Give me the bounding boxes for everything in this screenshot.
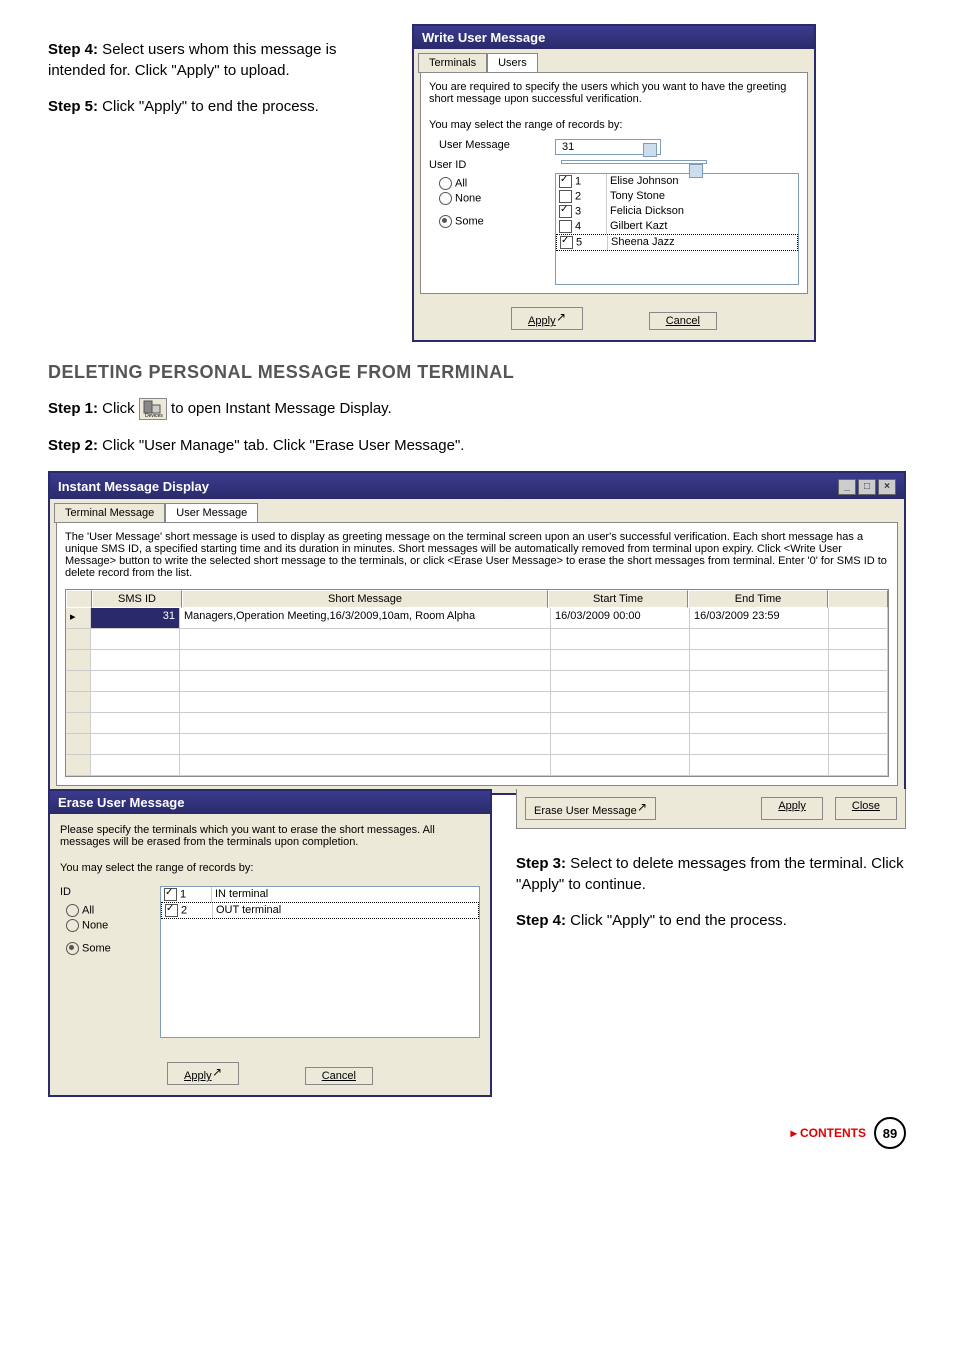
write-user-message-dialog: Write User Message Terminals Users You a…	[412, 24, 816, 342]
step4b-text: Step 4: Click "Apply" to end the process…	[516, 910, 906, 931]
instant-message-display-window: Instant Message Display _□× Terminal Mes…	[48, 471, 906, 795]
tab-users[interactable]: Users	[487, 53, 538, 73]
page-number: 89	[874, 1117, 906, 1149]
step4-text: Step 4: Select users whom this message i…	[48, 39, 388, 81]
maximize-icon: □	[858, 479, 876, 495]
close-icon: ×	[878, 479, 896, 495]
erase-titlebar: Erase User Message	[50, 791, 490, 814]
window-controls[interactable]: _□×	[836, 477, 896, 495]
tab-terminal-message[interactable]: Terminal Message	[54, 503, 165, 523]
radio-all[interactable]: All	[439, 177, 539, 190]
sms-table[interactable]: SMS ID Short Message Start Time End Time…	[65, 589, 889, 777]
user-message-dropdown[interactable]: 31	[555, 139, 661, 155]
step1-text: Step 1: Click Devices to open Instant Me…	[48, 398, 906, 420]
terminal-listbox[interactable]: 1IN terminal 2OUT terminal	[160, 886, 480, 1038]
radio-none[interactable]: None	[439, 192, 539, 205]
minimize-icon: _	[838, 479, 856, 495]
cursor-icon	[556, 310, 566, 324]
radio-some[interactable]: Some	[439, 215, 539, 228]
erase-user-message-button[interactable]: Erase User Message	[525, 797, 656, 820]
erase-cancel-button[interactable]: Cancel	[305, 1067, 373, 1085]
step2-text: Step 2: Click "User Manage" tab. Click "…	[48, 435, 906, 456]
tab-user-message[interactable]: User Message	[165, 503, 258, 523]
dialog-intro: You are required to specify the users wh…	[429, 81, 799, 105]
contents-link[interactable]: ▸ CONTENTS	[791, 1126, 866, 1140]
user-message-label: User Message	[429, 139, 539, 151]
erase-intro: Please specify the terminals which you w…	[60, 824, 480, 848]
erase-user-message-dialog: Erase User Message Please specify the te…	[48, 789, 492, 1097]
cancel-button[interactable]: Cancel	[649, 312, 717, 330]
radio-some-2[interactable]: Some	[66, 942, 140, 955]
cursor-icon	[637, 800, 647, 814]
imd-close-button[interactable]: Close	[835, 797, 897, 820]
step3-text: Step 3: Select to delete messages from t…	[516, 853, 906, 895]
erase-apply-button[interactable]: Apply	[167, 1062, 239, 1085]
user-id-label: User ID	[429, 159, 539, 171]
table-row[interactable]: ▸ 31 Managers,Operation Meeting,16/3/200…	[66, 608, 888, 629]
devices-icon[interactable]: Devices	[139, 398, 167, 420]
user-listbox[interactable]: 1Elise Johnson 2Tony Stone 3Felicia Dick…	[555, 173, 799, 285]
range-label: You may select the range of records by:	[429, 119, 799, 131]
dialog-title: Write User Message	[422, 30, 545, 45]
step5-text: Step 5: Click "Apply" to end the process…	[48, 96, 388, 117]
imd-titlebar: Instant Message Display _□×	[50, 473, 904, 499]
erase-title: Erase User Message	[58, 795, 184, 810]
imd-intro: The 'User Message' short message is used…	[65, 531, 889, 579]
radio-all-2[interactable]: All	[66, 904, 140, 917]
radio-none-2[interactable]: None	[66, 919, 140, 932]
tab-terminals[interactable]: Terminals	[418, 53, 487, 73]
erase-range-label: You may select the range of records by:	[60, 862, 480, 874]
cursor-icon	[212, 1065, 222, 1079]
apply-button[interactable]: Apply	[511, 307, 583, 330]
imd-title: Instant Message Display	[58, 479, 209, 494]
id-label: ID	[60, 886, 140, 898]
section-heading: DELETING PERSONAL MESSAGE FROM TERMINAL	[48, 362, 906, 383]
svg-text:Devices: Devices	[145, 413, 163, 418]
user-filter-dropdown[interactable]	[561, 160, 707, 164]
imd-apply-button[interactable]: Apply	[761, 797, 823, 820]
dialog-titlebar: Write User Message	[414, 26, 814, 49]
